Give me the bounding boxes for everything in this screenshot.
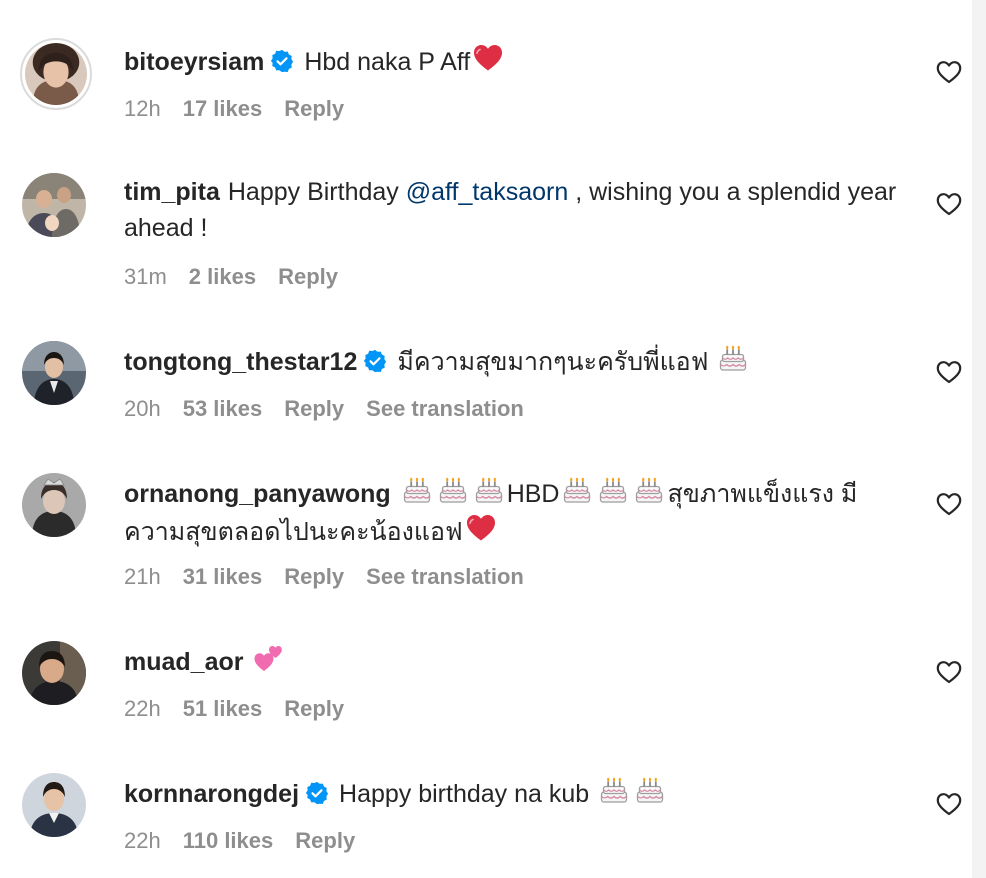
comment-time[interactable]: 31m — [124, 264, 167, 289]
comment-username[interactable]: kornnarongdej — [124, 780, 299, 808]
comment-username[interactable]: ornanong_panyawong — [124, 480, 391, 508]
comment-body: Happy birthday na kub — [339, 780, 597, 808]
comment-time[interactable]: 12h — [124, 96, 161, 121]
avatar-photo — [25, 43, 87, 105]
birthday-cake-emoji — [437, 474, 469, 506]
red-heart-emoji — [472, 42, 504, 74]
birthday-cake-emoji — [717, 342, 749, 374]
comment-time[interactable]: 20h — [124, 396, 161, 421]
heart-outline-icon[interactable] — [936, 660, 962, 684]
red-heart-emoji — [465, 512, 497, 544]
avatar-photo — [22, 641, 86, 705]
comment-body: มีความสุขมากๆนะครับพี่แอฟ — [397, 348, 716, 376]
verified-badge-icon — [363, 349, 387, 373]
birthday-cake-emoji — [597, 474, 629, 506]
avatar-photo — [22, 773, 86, 837]
avatar[interactable] — [22, 341, 86, 405]
comment-meta: 22h 110 likes Reply — [124, 828, 377, 854]
reply-button[interactable]: Reply — [284, 96, 344, 121]
birthday-cake-emoji — [598, 774, 630, 806]
comment-text: tim_pita Happy Birthday @aff_taksaorn , w… — [124, 174, 914, 246]
avatar[interactable] — [22, 773, 86, 837]
comments-list: bitoeyrsiam Hbd naka P Aff 12h 17 likes Rep… — [0, 0, 986, 878]
comment-body: Hbd naka P Aff — [304, 48, 471, 76]
comment-body: Happy Birthday — [227, 178, 406, 206]
comment-text: ornanong_panyawong HBD สุขภาพแข็งแรง มีควา… — [124, 474, 914, 550]
reply-button[interactable]: Reply — [284, 696, 344, 721]
avatar[interactable] — [22, 473, 86, 537]
comment-likes[interactable]: 31 likes — [183, 564, 263, 589]
comment-likes[interactable]: 51 likes — [183, 696, 263, 721]
comment-meta: 31m 2 likes Reply — [124, 264, 360, 290]
avatar-photo — [22, 473, 86, 537]
comment-meta: 20h 53 likes Reply See translation — [124, 396, 546, 422]
comment-meta: 22h 51 likes Reply — [124, 696, 366, 722]
heart-outline-icon[interactable] — [936, 492, 962, 516]
comment-username[interactable]: bitoeyrsiam — [124, 48, 264, 76]
comment-text: kornnarongdej Happy birthday na kub — [124, 774, 914, 812]
comment-username[interactable]: muad_aor — [124, 648, 243, 676]
avatar[interactable] — [22, 641, 86, 705]
comment-text: bitoeyrsiam Hbd naka P Aff — [124, 42, 914, 80]
comment-username[interactable]: tongtong_thestar12 — [124, 348, 357, 376]
avatar[interactable] — [20, 38, 92, 110]
heart-outline-icon[interactable] — [936, 792, 962, 816]
comment-body: HBD — [506, 480, 560, 508]
birthday-cake-emoji — [401, 474, 433, 506]
comment-likes[interactable]: 17 likes — [183, 96, 263, 121]
comment-time[interactable]: 21h — [124, 564, 161, 589]
reply-button[interactable]: Reply — [295, 828, 355, 853]
comment-meta: 21h 31 likes Reply See translation — [124, 564, 546, 590]
avatar-photo — [22, 341, 86, 405]
birthday-cake-emoji — [634, 774, 666, 806]
mention-link[interactable]: @aff_taksaorn — [406, 178, 569, 206]
reply-button[interactable]: Reply — [278, 264, 338, 289]
birthday-cake-emoji — [633, 474, 665, 506]
see-translation-button[interactable]: See translation — [366, 396, 524, 421]
comment-likes[interactable]: 110 likes — [183, 828, 274, 853]
comment-meta: 12h 17 likes Reply — [124, 96, 366, 122]
reply-button[interactable]: Reply — [284, 564, 344, 589]
heart-outline-icon[interactable] — [936, 360, 962, 384]
see-translation-button[interactable]: See translation — [366, 564, 524, 589]
avatar-photo — [22, 173, 86, 237]
comment-username[interactable]: tim_pita — [124, 178, 220, 206]
two-hearts-emoji — [253, 642, 285, 674]
comment-text: tongtong_thestar12 มีความสุขมากๆนะครับพี่… — [124, 342, 914, 380]
comment-time[interactable]: 22h — [124, 828, 161, 853]
verified-badge-icon — [270, 49, 294, 73]
verified-badge-icon — [305, 781, 329, 805]
heart-outline-icon[interactable] — [936, 192, 962, 216]
scrollbar-track[interactable] — [972, 0, 986, 878]
birthday-cake-emoji — [473, 474, 505, 506]
avatar[interactable] — [22, 173, 86, 237]
birthday-cake-emoji — [561, 474, 593, 506]
comment-time[interactable]: 22h — [124, 696, 161, 721]
comment-likes[interactable]: 53 likes — [183, 396, 263, 421]
heart-outline-icon[interactable] — [936, 60, 962, 84]
comment-text: muad_aor — [124, 642, 914, 680]
comment-likes[interactable]: 2 likes — [189, 264, 256, 289]
reply-button[interactable]: Reply — [284, 396, 344, 421]
